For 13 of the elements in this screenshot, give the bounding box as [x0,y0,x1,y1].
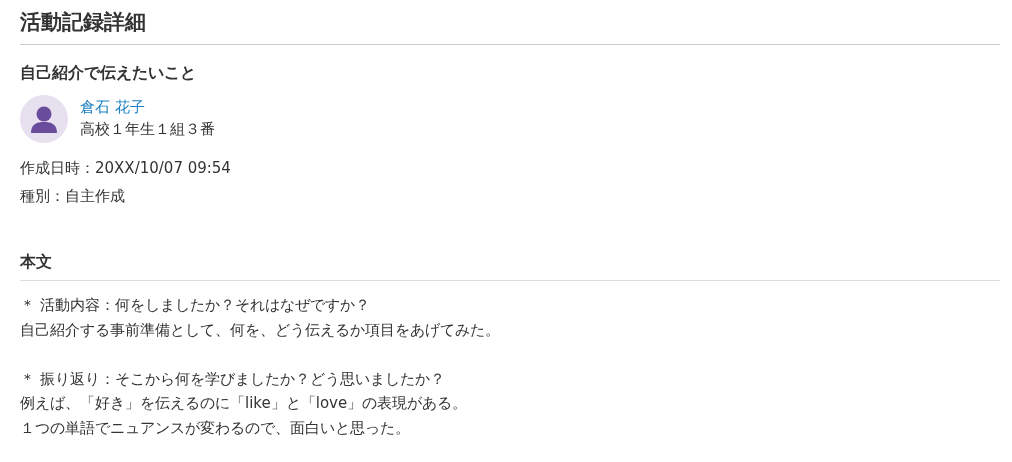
body-text-line: ＊ 振り返り：そこから何を学びましたか？どう思いましたか？ [20,368,446,390]
meta-text: 作成日時：20XX/10/07 09:54 [20,158,232,179]
body-text-line: １つの単語でニュアンスが変わるので、面白いと思った。 [20,417,411,439]
body-text-line: 例えば、「好き」を伝えるのに「like」と「love」の表現がある。 [20,393,469,414]
section-heading: 本文 [20,251,1000,281]
page-title: 活動記録詳細 [20,9,147,36]
record-title: 自己紹介で伝えたいこと [20,62,197,84]
avatar-icon [20,95,68,143]
body-text-line: 自己紹介する事前準備として、何を、どう伝えるか項目をあげてみた。 [20,319,501,341]
meta-text: 種別：自主作成 [20,186,126,207]
author-affiliation: 高校１年生１組３番 [80,119,215,140]
author-name-link[interactable]: 倉石 花子 [80,96,215,118]
body-text-line: ＊ 活動内容：何をしましたか？それはなぜですか？ [20,295,371,316]
